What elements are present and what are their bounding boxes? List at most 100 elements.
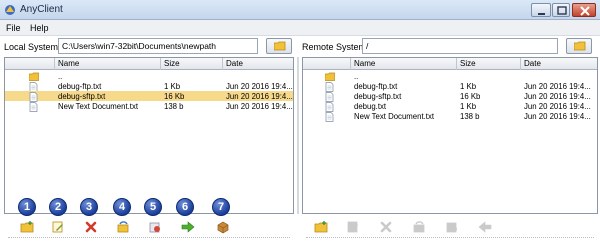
window-title: AnyClient (20, 4, 63, 15)
callout-badge-2: 2 (49, 198, 67, 216)
folder-icon (274, 41, 286, 51)
date-column-header[interactable]: Date (521, 58, 599, 70)
file-size-cell (161, 71, 223, 81)
local-path-input[interactable] (58, 38, 258, 54)
date-column-header[interactable]: Date (223, 58, 295, 70)
new-folder-icon (314, 221, 328, 233)
file-size-cell: 138 b (460, 112, 480, 121)
new-folder-icon (20, 221, 34, 233)
file-date-cell: Jun 20 2016 19:4... (524, 112, 591, 121)
upload-arrow-icon (181, 221, 195, 233)
file-icon (325, 102, 334, 112)
name-column-header[interactable]: Name (55, 58, 161, 70)
callout-badge-7: 7 (212, 198, 230, 216)
file-row[interactable]: debug.txt 1 Kb Jun 20 2016 19:4... (303, 101, 597, 112)
remote-toolbar-button-6[interactable] (478, 220, 492, 234)
file-size-cell: 16 Kb (460, 92, 481, 101)
local-system-label: Local System (4, 42, 59, 52)
edit-icon (52, 221, 63, 233)
file-date-cell: Jun 20 2016 19:4... (524, 102, 591, 111)
file-icon (29, 102, 38, 112)
size-column-header[interactable]: Size (457, 58, 521, 70)
local-browse-button[interactable] (266, 38, 292, 54)
file-size-cell: 1 Kb (164, 82, 181, 91)
name-column-header[interactable]: Name (351, 58, 457, 70)
pane-splitter[interactable] (297, 57, 299, 214)
file-date-cell: Jun 20 2016 19:4... (524, 92, 591, 101)
file-name-cell: debug-sftp.txt (354, 92, 402, 101)
file-row[interactable]: debug-ftp.txt 1 Kb Jun 20 2016 19:4... (303, 81, 597, 92)
callout-badge-5: 5 (144, 198, 162, 216)
file-date-cell: Jun 20 2016 19:4... (226, 102, 293, 111)
local-toolbar-button-6[interactable] (181, 220, 195, 234)
file-size-cell: 16 Kb (164, 92, 185, 101)
delete-icon (380, 221, 392, 233)
file-date-cell: Jun 20 2016 19:4... (524, 82, 591, 91)
menu-help[interactable]: Help (30, 23, 49, 33)
file-name-cell: .. (354, 72, 359, 81)
local-toolbar-button-7[interactable] (216, 220, 230, 234)
menu-bar: File Help (0, 20, 600, 36)
file-icon (29, 82, 38, 92)
folder-icon (324, 72, 335, 81)
folder-icon (28, 72, 39, 81)
file-date-cell (223, 71, 295, 81)
refresh-icon (413, 221, 425, 233)
close-button[interactable] (572, 3, 596, 17)
remote-toolbar-button-4[interactable] (412, 220, 426, 234)
file-size-cell (457, 71, 521, 81)
size-column-header[interactable]: Size (161, 58, 223, 70)
file-date-cell (521, 71, 599, 81)
toolbar-divider (306, 237, 594, 238)
file-date-cell: Jun 20 2016 19:4... (226, 92, 293, 101)
file-size-cell: 1 Kb (460, 102, 477, 111)
file-icon (325, 82, 334, 92)
minimize-button[interactable] (531, 3, 551, 17)
menu-file[interactable]: File (6, 23, 21, 33)
file-name-cell: debug-ftp.txt (58, 82, 102, 91)
parent-folder-row[interactable]: .. (303, 71, 597, 81)
file-icon (29, 92, 38, 102)
file-row[interactable]: New Text Document.txt 138 b Jun 20 2016 19… (5, 101, 293, 112)
callout-badge-6: 6 (176, 198, 194, 216)
permissions-icon (149, 222, 160, 233)
package-icon (217, 221, 229, 234)
file-name-cell: debug.txt (354, 102, 387, 111)
remote-system-label: Remote System (302, 42, 367, 52)
file-name-cell: New Text Document.txt (58, 102, 139, 111)
local-toolbar-button-2[interactable] (51, 220, 65, 234)
title-bar: AnyClient (0, 0, 600, 20)
toolbar-divider (8, 237, 290, 238)
local-toolbar-button-5[interactable] (148, 220, 162, 234)
callout-badge-4: 4 (113, 198, 131, 216)
remote-toolbar-button-3[interactable] (379, 220, 393, 234)
file-row[interactable]: debug-sftp.txt 16 Kb Jun 20 2016 19:4... (5, 91, 293, 102)
file-name-cell: debug-sftp.txt (58, 92, 106, 101)
file-row[interactable]: debug-sftp.txt 16 Kb Jun 20 2016 19:4... (303, 91, 597, 102)
maximize-button[interactable] (552, 3, 570, 17)
file-name-cell: debug-ftp.txt (354, 82, 398, 91)
file-icon (325, 92, 334, 102)
local-toolbar-button-4[interactable] (116, 220, 130, 234)
remote-file-list[interactable]: Name Size Date .. debug-ftp.txt 1 Kb Jun 20… (302, 57, 598, 214)
download-arrow-icon (478, 221, 492, 233)
local-file-list[interactable]: Name Size Date .. debug-ftp.txt 1 Kb Jun 20… (4, 57, 294, 214)
file-name-cell: .. (58, 72, 63, 81)
icon-column-header (5, 58, 55, 70)
remote-path-input[interactable] (362, 38, 558, 54)
local-toolbar-button-3[interactable] (84, 220, 98, 234)
remote-browse-button[interactable] (566, 38, 592, 54)
parent-folder-row[interactable]: .. (5, 71, 293, 81)
file-row[interactable]: debug-ftp.txt 1 Kb Jun 20 2016 19:4... (5, 81, 293, 92)
file-row[interactable]: New Text Document.txt 138 b Jun 20 2016 19… (303, 111, 597, 122)
file-size-cell: 1 Kb (460, 82, 477, 91)
local-toolbar-button-1[interactable] (20, 220, 34, 234)
remote-table-header: Name Size Date (303, 58, 597, 70)
file-date-cell: Jun 20 2016 19:4... (226, 82, 293, 91)
callout-badge-3: 3 (80, 198, 98, 216)
remote-toolbar-button-5[interactable] (445, 220, 459, 234)
refresh-icon (117, 221, 129, 233)
remote-toolbar-button-2[interactable] (346, 220, 360, 234)
app-logo-icon (4, 4, 16, 16)
remote-toolbar-button-1[interactable] (314, 220, 328, 234)
